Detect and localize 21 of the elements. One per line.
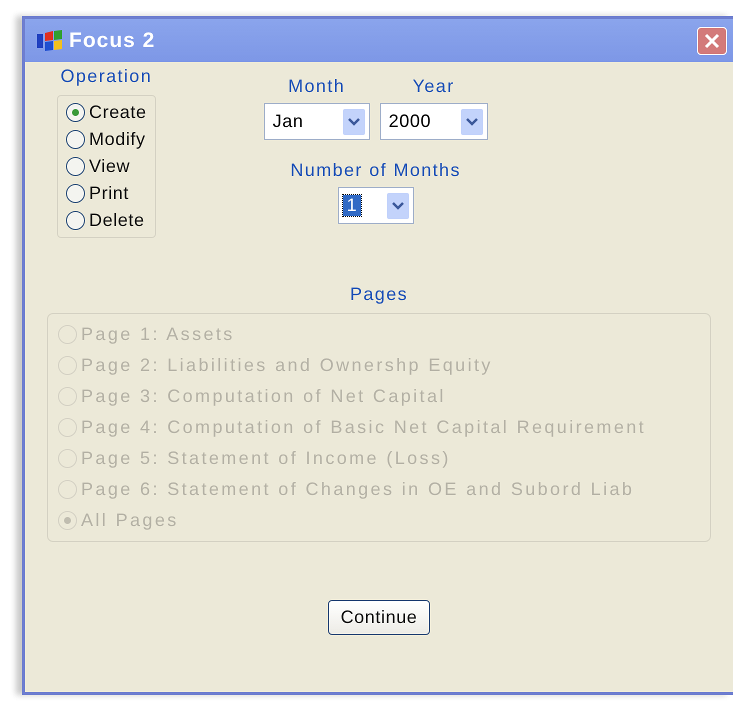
- month-label: Month: [288, 76, 346, 97]
- month-dropdown[interactable]: Jan: [264, 103, 370, 140]
- close-button[interactable]: [697, 26, 727, 54]
- chevron-down-icon: [348, 118, 360, 126]
- year-label: Year: [412, 76, 455, 97]
- operation-radio[interactable]: Print: [66, 183, 147, 204]
- continue-button[interactable]: Continue: [328, 600, 430, 635]
- window-title: Focus 2: [69, 28, 156, 52]
- chevron-down-icon: [466, 118, 478, 126]
- operation-radio[interactable]: Modify: [66, 129, 147, 150]
- operation-radio[interactable]: Delete: [66, 210, 147, 231]
- operation-radio[interactable]: View: [66, 156, 147, 177]
- app-logo-icon: [37, 30, 63, 52]
- year-dropdown[interactable]: 2000: [380, 103, 488, 140]
- close-icon: [704, 32, 720, 48]
- chevron-down-icon: [392, 202, 404, 210]
- pages-label: Pages: [350, 284, 408, 305]
- months-count-dropdown[interactable]: 1: [338, 187, 414, 224]
- number-of-months-label: Number of Months: [290, 160, 461, 181]
- operation-label: Operation: [60, 66, 152, 87]
- operation-radio[interactable]: Create: [66, 102, 147, 123]
